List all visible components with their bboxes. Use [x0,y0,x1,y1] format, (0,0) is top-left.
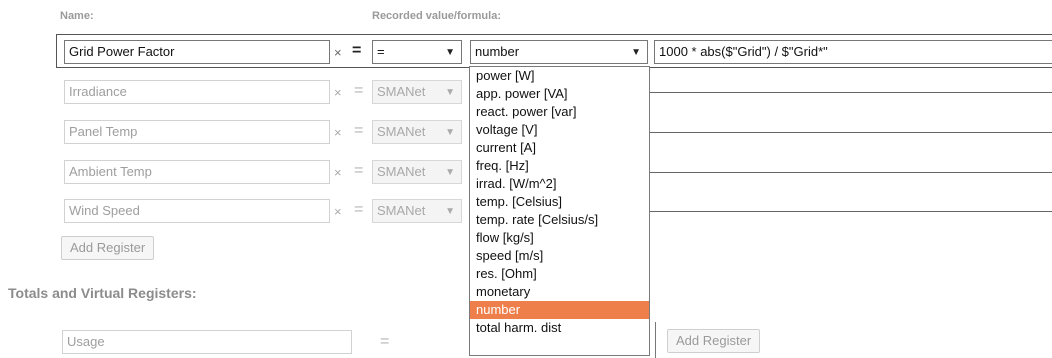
register-name-input[interactable]: Ambient Temp [64,160,330,184]
chevron-down-icon: ▼ [445,167,455,178]
clear-icon[interactable]: × [334,204,342,220]
dropdown-option[interactable]: flow [kg/s] [470,229,649,247]
clear-icon[interactable]: × [334,165,342,181]
chevron-down-icon: ▼ [631,47,641,58]
type-dropdown-list: power [W] app. power [VA] react. power [va… [469,66,650,356]
row-divider [650,92,1052,93]
row-divider [650,211,1052,212]
equals-sign: = [354,201,364,218]
dropdown-option[interactable]: voltage [V] [470,121,649,139]
operator-select-value: = [377,44,385,59]
source-select-value: SMANet [377,203,426,218]
total-name-input[interactable]: Usage [62,330,352,354]
source-select[interactable]: SMANet ▼ [372,160,462,184]
dropdown-option[interactable]: total harm. dist [470,319,649,337]
register-name-input[interactable]: Wind Speed [64,199,330,223]
register-name-input[interactable]: Irradiance [64,80,330,104]
add-total-register-button[interactable]: Add Register [667,329,761,353]
source-select-value: SMANet [377,84,426,99]
register-name-input[interactable]: Grid Power Factor [64,40,330,64]
source-select[interactable]: SMANet ▼ [372,80,462,104]
dropdown-option[interactable]: react. power [var] [470,103,649,121]
chevron-down-icon: ▼ [445,47,455,58]
add-register-button[interactable]: Add Register [61,236,155,260]
dropdown-option[interactable]: freq. [Hz] [470,157,649,175]
dropdown-option[interactable]: monetary [470,283,649,301]
clear-icon[interactable]: × [334,45,342,61]
chevron-down-icon: ▼ [445,206,455,217]
formula-input[interactable]: 1000 * abs($"Grid") / $"Grid*" [654,40,1052,64]
clear-icon[interactable]: × [334,125,342,141]
column-divider [655,322,656,358]
dropdown-option[interactable]: temp. rate [Celsius/s] [470,211,649,229]
equals-sign: = [354,122,364,139]
dropdown-option[interactable]: number [470,301,649,319]
type-select-value: number [475,44,520,59]
equals-sign: = [352,42,362,59]
name-column-header: Name: [60,10,94,22]
register-name-input[interactable]: Panel Temp [64,120,330,144]
totals-section-title: Totals and Virtual Registers: [8,285,197,301]
operator-select[interactable]: = ▼ [372,40,462,64]
dropdown-option[interactable]: power [W] [470,67,649,85]
clear-icon[interactable]: × [334,85,342,101]
row-divider [650,172,1052,173]
dropdown-option[interactable]: irrad. [W/m^2] [470,175,649,193]
dropdown-option[interactable]: speed [m/s] [470,247,649,265]
dropdown-option[interactable]: current [A] [470,139,649,157]
dropdown-option[interactable]: app. power [VA] [470,85,649,103]
equals-sign: = [354,82,364,99]
equals-sign: = [354,162,364,179]
type-select[interactable]: number ▼ [470,40,648,64]
dropdown-option[interactable]: res. [Ohm] [470,265,649,283]
source-select[interactable]: SMANet ▼ [372,199,462,223]
chevron-down-icon: ▼ [445,127,455,138]
dropdown-option[interactable]: temp. [Celsius] [470,193,649,211]
recorded-value-column-header: Recorded value/formula: [372,10,501,22]
source-select[interactable]: SMANet ▼ [372,120,462,144]
equals-sign: = [380,333,390,350]
source-select-value: SMANet [377,124,426,139]
row-divider [650,132,1052,133]
chevron-down-icon: ▼ [445,87,455,98]
source-select-value: SMANet [377,164,426,179]
